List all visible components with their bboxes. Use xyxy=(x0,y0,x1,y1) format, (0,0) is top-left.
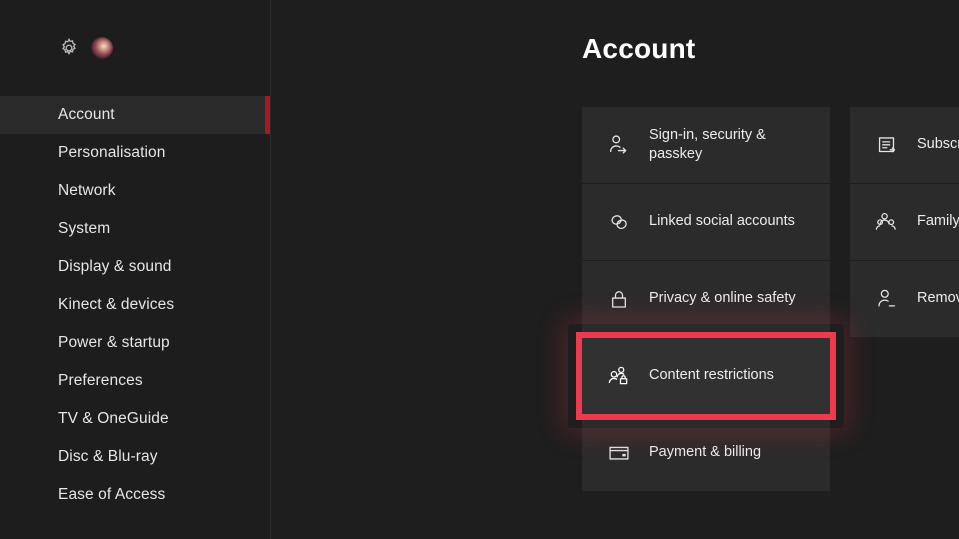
document-list-icon xyxy=(873,131,901,159)
sidebar-item-label: Account xyxy=(58,106,115,123)
sidebar-item-disc-and-bluray[interactable]: Disc & Blu-ray xyxy=(0,438,271,476)
selection-accent-bar xyxy=(265,96,270,134)
tile-column-right: Subscriptions Family settings xyxy=(850,107,959,491)
tile-label: Remove accounts xyxy=(917,290,959,307)
sidebar-nav: Account Personalisation Network System D… xyxy=(0,96,271,514)
sidebar-item-label: TV & OneGuide xyxy=(58,410,169,427)
tile-payment-billing[interactable]: Payment & billing xyxy=(582,415,830,491)
tile-subscriptions[interactable]: Subscriptions xyxy=(850,107,959,183)
tile-linked-social-accounts[interactable]: Linked social accounts xyxy=(582,184,830,260)
sidebar-item-ease-of-access[interactable]: Ease of Access xyxy=(0,476,271,514)
sidebar-item-label: Personalisation xyxy=(58,144,166,161)
link-chain-icon xyxy=(605,208,633,236)
sidebar-item-label: Display & sound xyxy=(58,258,172,275)
tile-label: Linked social accounts xyxy=(649,213,795,230)
tile-remove-accounts[interactable]: Remove accounts xyxy=(850,261,959,337)
tile-family-settings[interactable]: Family settings xyxy=(850,184,959,260)
gear-icon[interactable] xyxy=(58,37,80,59)
sidebar-item-label: Kinect & devices xyxy=(58,296,175,313)
main-content: Account Sign-in, security & passkey Link… xyxy=(271,0,959,539)
sidebar-item-label: Ease of Access xyxy=(58,486,166,503)
tile-label: Privacy & online safety xyxy=(649,290,796,307)
tile-content-restrictions[interactable]: Content restrictions xyxy=(576,332,836,420)
tile-label: Payment & billing xyxy=(649,444,762,461)
sidebar-item-label: Power & startup xyxy=(58,334,170,351)
sidebar-header xyxy=(0,0,271,96)
tile-privacy-online-safety[interactable]: Privacy & online safety xyxy=(582,261,830,337)
sidebar-item-label: System xyxy=(58,220,111,237)
sidebar-item-power-and-startup[interactable]: Power & startup xyxy=(0,324,271,362)
tile-column-left: Sign-in, security & passkey Linked socia… xyxy=(576,107,836,491)
tile-label: Sign-in, security & passkey xyxy=(649,126,766,162)
sidebar: Account Personalisation Network System D… xyxy=(0,0,271,539)
tile-grid: Sign-in, security & passkey Linked socia… xyxy=(576,107,959,491)
page-title: Account xyxy=(582,33,696,64)
sidebar-item-tv-and-oneguide[interactable]: TV & OneGuide xyxy=(0,400,271,438)
sidebar-item-label: Disc & Blu-ray xyxy=(58,448,158,465)
tile-sign-in-security-passkey[interactable]: Sign-in, security & passkey xyxy=(582,107,830,183)
sidebar-item-kinect-and-devices[interactable]: Kinect & devices xyxy=(0,286,271,324)
people-lock-icon xyxy=(605,362,633,390)
tile-label: Content restrictions xyxy=(649,367,774,384)
sidebar-item-personalisation[interactable]: Personalisation xyxy=(0,134,271,172)
avatar[interactable] xyxy=(91,37,113,59)
lock-icon xyxy=(605,285,633,313)
sidebar-item-label: Network xyxy=(58,182,116,199)
sidebar-item-account[interactable]: Account xyxy=(0,96,271,134)
people-group-icon xyxy=(873,208,901,236)
sidebar-item-system[interactable]: System xyxy=(0,210,271,248)
sidebar-item-network[interactable]: Network xyxy=(0,172,271,210)
person-minus-icon xyxy=(873,285,901,313)
credit-card-icon xyxy=(605,439,633,467)
person-arrow-icon xyxy=(605,131,633,159)
xbox-settings-screen: Account Personalisation Network System D… xyxy=(0,0,959,539)
sidebar-item-label: Preferences xyxy=(58,372,143,389)
tile-label: Family settings xyxy=(917,213,959,230)
sidebar-item-preferences[interactable]: Preferences xyxy=(0,362,271,400)
sidebar-item-display-and-sound[interactable]: Display & sound xyxy=(0,248,271,286)
tile-label: Subscriptions xyxy=(917,136,959,153)
